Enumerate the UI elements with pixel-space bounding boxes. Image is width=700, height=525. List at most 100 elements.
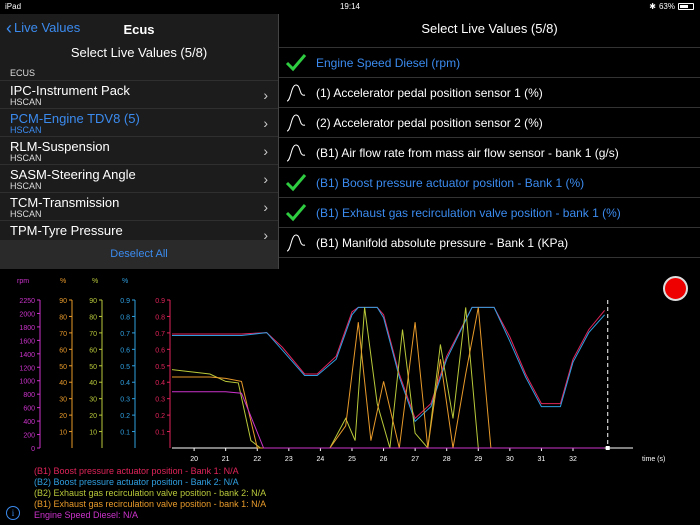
y-tick-label: 50 [59, 364, 67, 371]
live-value-row[interactable]: (B1) Manifold absolute pressure - Bank 1… [279, 228, 700, 258]
x-tick-label: 26 [380, 456, 388, 463]
live-value-label: (B1) Air flow rate from mass air flow se… [316, 145, 619, 160]
record-button[interactable] [663, 276, 688, 301]
live-values-title: Select Live Values (5/8) [279, 14, 700, 48]
ecu-list: IPC-Instrument Pack HSCAN › PCM-Engine TDV8… [0, 80, 278, 248]
live-value-label: (1) Accelerator pedal position sensor 1 … [316, 85, 543, 100]
ecu-name: PCM-Engine TDV8 (5) [10, 111, 140, 126]
x-tick-label: 25 [348, 456, 356, 463]
graph-curve-icon [286, 114, 306, 132]
battery-percent: 63% [658, 2, 675, 11]
live-value-label: (B1) Exhaust gas recirculation valve pos… [316, 205, 621, 220]
series-line [171, 307, 605, 450]
y-tick-label: 60 [59, 347, 67, 354]
live-value-row[interactable]: (B1) Boost pressure actuator position - … [279, 168, 700, 198]
y-tick-label: 0.4 [155, 380, 165, 387]
y-tick-label: 0.6 [155, 347, 165, 354]
y-tick-label: 200 [23, 433, 35, 440]
y-tick-label: 30 [59, 397, 67, 404]
y-tick-label: 90 [89, 298, 97, 305]
ecu-pane-subtitle: Select Live Values (5/8) [70, 45, 208, 60]
y-tick-label: 0.2 [155, 413, 165, 420]
ecu-name: RLM-Suspension [10, 139, 110, 154]
x-tick-label: 21 [222, 456, 230, 463]
y-tick-label: 0.7 [120, 331, 130, 338]
y-tick-label: 0.4 [120, 380, 130, 387]
series-line [172, 306, 605, 423]
live-value-row[interactable]: (2) Accelerator pedal position sensor 2 … [279, 108, 700, 138]
ecu-row[interactable]: RLM-Suspension HSCAN › [0, 136, 278, 164]
legend-entry: (B2) Exhaust gas recirculation valve pos… [34, 488, 267, 498]
ecu-row[interactable]: PCM-Engine TDV8 (5) HSCAN › [0, 108, 278, 136]
y-tick-label: 10 [59, 430, 67, 437]
y-tick-label: 1400 [19, 352, 35, 359]
y-tick-label: 40 [59, 380, 67, 387]
ecu-name: IPC-Instrument Pack [10, 83, 130, 98]
y-tick-label: 80 [59, 314, 67, 321]
y-tick-label: 70 [89, 331, 97, 338]
ecu-row[interactable]: IPC-Instrument Pack HSCAN › [0, 80, 278, 108]
info-icon[interactable]: i [6, 506, 20, 520]
chart-legend: (B1) Boost pressure actuator position - … [34, 466, 266, 521]
live-value-row[interactable]: (B1) Air flow rate from mass air flow se… [279, 138, 700, 168]
ecu-name: SASM-Steering Angle [10, 167, 136, 182]
legend-entry: (B2) Boost pressure actuator position - … [34, 477, 239, 487]
ecu-pane-title: Ecus [123, 22, 155, 37]
axis-unit-label: % [122, 278, 128, 285]
bluetooth-icon: ✱ [649, 2, 656, 11]
y-tick-label: 0.5 [155, 364, 165, 371]
x-tick-label: 32 [569, 456, 577, 463]
legend-entry: (B1) Exhaust gas recirculation valve pos… [34, 499, 267, 509]
x-tick-label: 29 [474, 456, 482, 463]
ecu-bus: HSCAN [10, 97, 42, 107]
y-tick-label: 0.2 [120, 413, 130, 420]
time-cursor-marker [605, 446, 610, 450]
live-value-list: Engine Speed Diesel (rpm) (1) Accelerator… [279, 48, 700, 258]
y-tick-label: 80 [89, 314, 97, 321]
y-tick-label: 1000 [19, 379, 35, 386]
ecu-bus: HSCAN [10, 153, 42, 163]
deselect-all-button[interactable]: Deselect All [0, 240, 278, 269]
ecu-row[interactable]: SASM-Steering Angle HSCAN › [0, 164, 278, 192]
series-line [172, 307, 605, 449]
chevron-right-icon: › [263, 199, 268, 215]
y-tick-label: 0.6 [120, 347, 130, 354]
x-axis-label: time (s) [642, 456, 665, 463]
live-values-pane: Select Live Values (5/8) Engine Speed Di… [279, 14, 700, 269]
ecu-bus: HSCAN [10, 125, 42, 135]
ecu-row[interactable]: TCM-Transmission HSCAN › [0, 192, 278, 220]
y-tick-label: 0.5 [120, 364, 130, 371]
y-tick-label: 2000 [19, 311, 35, 318]
x-tick-label: 24 [317, 456, 325, 463]
live-value-row[interactable]: Engine Speed Diesel (rpm) [279, 48, 700, 78]
ecu-bus: HSCAN [10, 209, 42, 219]
ecu-pane: ‹ Live Values Ecus Select Live Values (5… [0, 14, 278, 269]
live-value-row[interactable]: (1) Accelerator pedal position sensor 1 … [279, 78, 700, 108]
graph-curve-icon [286, 84, 306, 102]
y-tick-label: 0.1 [120, 430, 130, 437]
x-tick-label: 30 [506, 456, 514, 463]
live-value-label: (B1) Boost pressure actuator position - … [316, 175, 585, 190]
y-tick-label: 30 [89, 397, 97, 404]
live-value-label: Engine Speed Diesel (rpm) [316, 55, 461, 70]
chevron-right-icon: › [263, 171, 268, 187]
ecu-name: TPM-Tyre Pressure [10, 223, 123, 238]
axis-unit-label: rpm [17, 278, 29, 285]
y-tick-label: 20 [89, 413, 97, 420]
live-value-row[interactable]: (B1) Exhaust gas recirculation valve pos… [279, 198, 700, 228]
y-tick-label: 10 [89, 430, 97, 437]
legend-entry: (B1) Boost pressure actuator position - … [34, 466, 239, 476]
x-tick-label: 28 [443, 456, 451, 463]
chevron-right-icon: › [263, 115, 268, 131]
x-tick-label: 27 [411, 456, 419, 463]
y-tick-label: 0.8 [155, 314, 165, 321]
y-tick-label: 1200 [19, 365, 35, 372]
x-tick-label: 31 [538, 456, 546, 463]
y-tick-label: 50 [89, 364, 97, 371]
x-tick-label: 23 [285, 456, 293, 463]
axis-unit-label: % [92, 278, 98, 285]
y-tick-label: 400 [23, 419, 35, 426]
legend-entry: Engine Speed Diesel: N/A [34, 510, 139, 520]
y-tick-label: 20 [59, 413, 67, 420]
graph-curve-icon [286, 234, 306, 252]
